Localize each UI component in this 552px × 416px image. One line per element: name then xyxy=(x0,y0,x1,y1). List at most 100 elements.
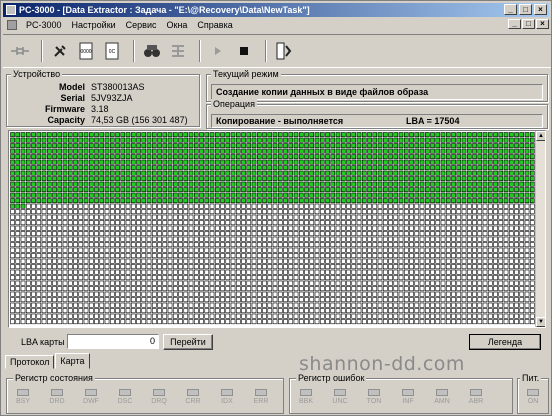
sector-cell-done xyxy=(519,132,525,138)
tools-icon[interactable] xyxy=(49,40,71,62)
close-button[interactable]: × xyxy=(534,4,547,15)
sector-cell-done xyxy=(246,176,252,182)
sector-cell-done xyxy=(351,181,357,187)
menu-service[interactable]: Сервис xyxy=(121,18,162,32)
sector-cell-pending xyxy=(519,264,525,270)
scroll-down-icon[interactable]: ▼ xyxy=(536,317,545,327)
sector-cell-done xyxy=(472,159,477,165)
minimize-button[interactable]: _ xyxy=(504,4,517,15)
sector-cell-done xyxy=(503,187,509,193)
sector-cell-done xyxy=(151,143,157,149)
sector-cell-pending xyxy=(136,297,141,303)
find-icon[interactable] xyxy=(141,40,163,62)
stack-icon[interactable] xyxy=(167,40,189,62)
sector-cell-pending xyxy=(99,313,105,319)
document-icon[interactable] xyxy=(7,20,17,30)
sector-cell-pending xyxy=(272,231,278,237)
sector-cell-done xyxy=(430,132,435,138)
sector-cell-pending xyxy=(125,308,131,314)
sector-cell-pending xyxy=(430,313,435,319)
sector-map[interactable]: ▲ ▼ xyxy=(8,130,546,328)
sector-cell-pending xyxy=(115,247,120,253)
sector-cell-pending xyxy=(162,247,168,253)
sector-cell-done xyxy=(209,137,215,143)
sector-cell-done xyxy=(351,192,357,198)
sector-cell-pending xyxy=(183,253,189,259)
sector-cell-pending xyxy=(178,209,183,215)
sector-cell-pending xyxy=(15,297,21,303)
menu-windows[interactable]: Окна xyxy=(162,18,193,32)
sector-cell-pending xyxy=(130,286,136,292)
tab-map[interactable]: Карта xyxy=(55,353,90,369)
mdi-close-button[interactable]: × xyxy=(536,19,549,29)
menu-pc3000[interactable]: PC-3000 xyxy=(21,18,67,32)
connector-icon[interactable] xyxy=(9,40,31,62)
mdi-restore-button[interactable]: □ xyxy=(522,19,535,29)
tab-protocol[interactable]: Протокол xyxy=(5,355,55,369)
sector-cell-pending xyxy=(319,291,325,297)
sector-cell-done xyxy=(141,143,147,149)
maximize-button[interactable]: □ xyxy=(519,4,532,15)
play-icon[interactable] xyxy=(207,40,229,62)
sector-cell-done xyxy=(451,132,456,138)
sector-cell-pending xyxy=(167,302,173,308)
sector-cell-done xyxy=(230,148,236,154)
scroll-up-icon[interactable]: ▲ xyxy=(536,131,545,141)
sector-cell-pending xyxy=(325,264,330,270)
sector-cell-pending xyxy=(367,302,372,308)
sector-cell-pending xyxy=(314,203,320,209)
vertical-scrollbar[interactable]: ▲ ▼ xyxy=(535,131,545,327)
sector-cell-pending xyxy=(309,247,315,253)
sector-cell-done xyxy=(62,165,68,171)
sector-cell-pending xyxy=(52,291,57,297)
sector-cell-pending xyxy=(99,275,105,281)
sector-cell-pending xyxy=(267,231,273,237)
sector-cell-pending xyxy=(83,242,89,248)
sector-cell-pending xyxy=(235,236,241,242)
sector-cell-pending xyxy=(52,225,57,231)
lba-map-input[interactable]: 0 xyxy=(67,334,159,349)
sector-cell-pending xyxy=(451,280,456,286)
sector-cell-done xyxy=(246,170,252,176)
sector-cell-done xyxy=(220,143,225,149)
sector-cell-pending xyxy=(162,308,168,314)
sector-cell-pending xyxy=(162,258,168,264)
sector-cell-done xyxy=(304,154,309,160)
sector-cell-done xyxy=(183,143,189,149)
sector-cell-pending xyxy=(335,236,341,242)
mdi-minimize-button[interactable]: _ xyxy=(508,19,521,29)
sector-cell-done xyxy=(440,154,446,160)
sector-cell-pending xyxy=(31,214,36,220)
sector-cell-done xyxy=(419,192,425,198)
sector-cell-pending xyxy=(162,319,168,325)
sector-cell-pending xyxy=(372,319,378,325)
sector-cell-done xyxy=(209,187,215,193)
sector-tab-icon[interactable]: 0C xyxy=(101,40,123,62)
go-button[interactable]: Перейти xyxy=(163,334,213,350)
sector-cell-pending xyxy=(482,231,488,237)
stop-icon[interactable] xyxy=(233,40,255,62)
sector-cell-pending xyxy=(493,280,498,286)
menu-settings[interactable]: Настройки xyxy=(67,18,121,32)
sector-cell-done xyxy=(20,176,26,182)
sector-map-icon[interactable]: 0000 xyxy=(75,40,97,62)
sector-cell-pending xyxy=(199,275,204,281)
sector-cell-done xyxy=(146,148,152,154)
sector-cell-pending xyxy=(304,319,309,325)
sector-cell-done xyxy=(146,181,152,187)
legend-button[interactable]: Легенда xyxy=(469,334,541,350)
sector-cell-done xyxy=(472,143,477,149)
sector-cell-pending xyxy=(20,220,26,226)
sector-cell-pending xyxy=(319,220,325,226)
sector-cell-done xyxy=(424,198,430,204)
sector-cell-pending xyxy=(325,214,330,220)
sector-cell-done xyxy=(393,154,399,160)
menu-help[interactable]: Справка xyxy=(192,18,237,32)
sector-cell-done xyxy=(94,165,99,171)
sector-cell-pending xyxy=(125,214,131,220)
sector-cell-pending xyxy=(356,258,362,264)
exit-icon[interactable] xyxy=(273,40,295,62)
sector-cell-pending xyxy=(508,203,514,209)
sector-cell-pending xyxy=(451,308,456,314)
sector-cell-pending xyxy=(73,319,78,325)
